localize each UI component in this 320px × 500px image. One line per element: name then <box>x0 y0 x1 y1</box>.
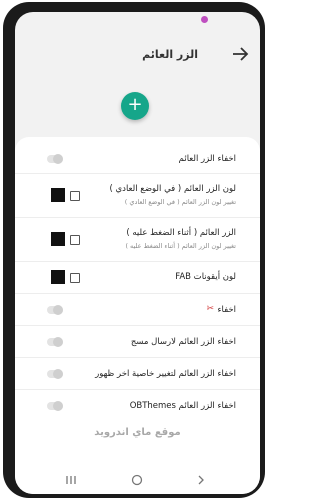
camera-indicator-icon <box>201 16 208 23</box>
home-icon[interactable] <box>127 471 147 489</box>
toggle-switch[interactable] <box>47 401 63 411</box>
app-bar: الزر العائم <box>15 36 260 76</box>
setting-row-hide-fab-obthemes[interactable]: اخفاء الزر العائم OBThemes <box>15 390 260 421</box>
setting-label: اخفاء الزر العائم لارسال مسج <box>130 337 236 347</box>
toggle-knob <box>53 305 63 315</box>
floating-action-button[interactable]: + <box>121 92 149 120</box>
watermark-text: موقع ماي اندرويد <box>94 427 181 438</box>
setting-label: اخفاء الزر العائم لتغيير خاصية اخر ظهور <box>95 369 236 379</box>
phone-frame: الزر العائم + اخفاء الزر العائم لون الزر… <box>3 2 265 498</box>
setting-row-fab-color-pressed[interactable]: الزر العائم ( أثناء الضغط عليه ) تغيير ل… <box>15 218 260 262</box>
screen: الزر العائم + اخفاء الزر العائم لون الزر… <box>15 12 260 494</box>
plus-icon: + <box>127 94 143 115</box>
recent-apps-icon[interactable] <box>61 471 81 489</box>
color-swatch[interactable] <box>51 188 65 202</box>
toggle-knob <box>53 154 63 164</box>
setting-label: لون الزر العائم ( في الوضع العادي ) <box>109 184 237 194</box>
setting-label: الزر العائم ( أثناء الضغط عليه ) <box>126 228 236 238</box>
checkbox[interactable] <box>70 273 80 283</box>
setting-row-hide-scissors[interactable]: اخفاء ✂ <box>15 294 260 326</box>
setting-row-hide-fab[interactable]: اخفاء الزر العائم <box>15 143 260 174</box>
toggle-switch[interactable] <box>47 369 63 379</box>
toggle-knob <box>53 337 63 347</box>
page-title: الزر العائم <box>142 48 198 61</box>
checkbox[interactable] <box>70 191 80 201</box>
setting-row-fab-color-normal[interactable]: لون الزر العائم ( في الوضع العادي ) تغيي… <box>15 174 260 218</box>
checkbox[interactable] <box>70 235 80 245</box>
toggle-knob <box>53 369 63 379</box>
setting-row-hide-fab-last-seen[interactable]: اخفاء الزر العائم لتغيير خاصية اخر ظهور <box>15 358 260 390</box>
back-arrow-icon[interactable] <box>228 42 252 66</box>
setting-label: اخفاء الزر العائم <box>178 154 236 164</box>
color-swatch[interactable] <box>51 270 65 284</box>
scissors-icon: ✂ <box>206 304 214 314</box>
setting-label: لون أيقونات FAB <box>175 272 236 282</box>
navigation-bar <box>15 467 260 494</box>
toggle-knob <box>53 401 63 411</box>
toggle-switch[interactable] <box>47 305 63 315</box>
setting-label: اخفاء الزر العائم OBThemes <box>129 401 236 411</box>
toggle-switch[interactable] <box>47 154 63 164</box>
status-bar <box>15 12 260 28</box>
back-nav-icon[interactable] <box>191 471 211 489</box>
toggle-switch[interactable] <box>47 337 63 347</box>
setting-row-hide-fab-send-msg[interactable]: اخفاء الزر العائم لارسال مسج <box>15 326 260 358</box>
settings-sheet: اخفاء الزر العائم لون الزر العائم ( في ا… <box>15 137 260 494</box>
color-swatch[interactable] <box>51 232 65 246</box>
setting-label: اخفاء <box>217 305 236 315</box>
setting-subtitle: تغيير لون الزر العائم ( أثناء الضغط عليه… <box>125 242 236 250</box>
setting-row-fab-icons-color[interactable]: لون أيقونات FAB <box>15 262 260 294</box>
setting-subtitle: تغيير لون الزر العائم ( في الوضع العادي … <box>124 198 236 206</box>
